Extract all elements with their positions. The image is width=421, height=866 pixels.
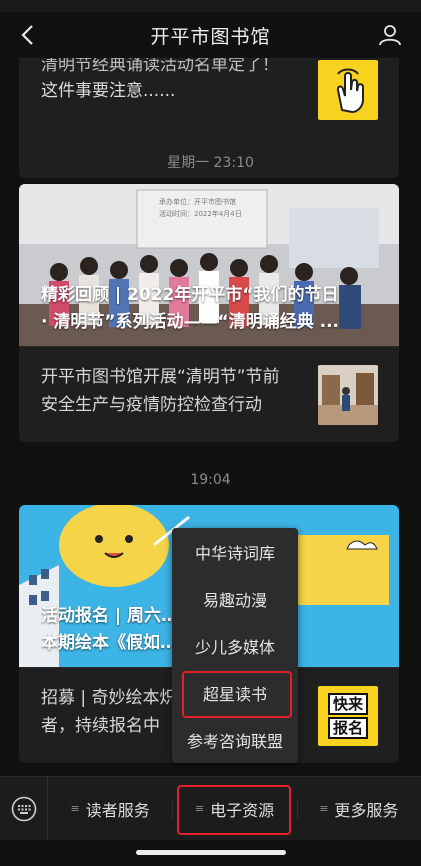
hand-tap-icon	[336, 68, 364, 114]
banner-text-1: 承办单位：开平市图书馆	[159, 197, 236, 206]
timestamp: 星期一 23:10	[167, 155, 254, 171]
person-icon	[379, 25, 401, 46]
home-indicator	[136, 850, 286, 855]
article-title: 清明节经典诵读活动名单定了！ 这件事要注意......	[41, 58, 279, 101]
sub-article-title: 开平市图书馆开展“清明节”节前 安全生产与疫情防控检查行动	[41, 367, 280, 415]
page-title: 开平市图书馆	[150, 25, 271, 48]
sub-article[interactable]: 开平市图书馆开展“清明节”节前 安全生产与疫情防控检查行动	[19, 346, 399, 442]
article-thumbnail	[318, 60, 378, 120]
banner-text-2: 活动时间：2022年4月4日	[159, 209, 242, 218]
submenu-popup: 中华诗词库 易趣动漫 少儿多媒体 超星读书 参考咨询联盟	[172, 528, 298, 763]
bottom-menu-bar: ≡ 读者服务 ≡ 电子资源 ≡ 更多服务	[0, 776, 421, 841]
tab-e-resources[interactable]: ≡ 电子资源	[172, 777, 296, 841]
back-button[interactable]	[12, 20, 42, 50]
menu-item-reference-alliance[interactable]: 参考咨询联盟	[172, 716, 298, 763]
tab-more-services[interactable]: ≡ 更多服务	[296, 777, 421, 841]
timestamp: 19:04	[190, 472, 231, 488]
signup-badge-line2: 报名	[327, 717, 368, 739]
menu-item-anime[interactable]: 易趣动漫	[172, 575, 298, 622]
tab-reader-services[interactable]: ≡ 读者服务	[48, 777, 172, 841]
article-group: 承办单位：开平市图书馆 活动时间：2022年4月4日 精彩回顾 | 2022年开…	[19, 184, 399, 442]
sub-article-thumbnail: 快来 报名	[318, 686, 378, 746]
hero-article[interactable]: 承办单位：开平市图书馆 活动时间：2022年4月4日 精彩回顾 | 2022年开…	[19, 184, 399, 346]
menu-lines-icon: ≡	[194, 802, 205, 815]
chevron-left-icon	[21, 25, 33, 45]
sub-article-thumbnail	[318, 365, 378, 425]
signup-badge-line1: 快来	[327, 693, 368, 715]
menu-item-superstar-reading[interactable]: 超星读书	[172, 669, 298, 718]
keyboard-icon	[11, 796, 36, 821]
hero-title: 精彩回顾 | 2022年开平市“我们的节日 · 清明节”系列活动——“清明诵经典…	[41, 285, 340, 332]
keyboard-toggle[interactable]	[0, 776, 48, 841]
status-strip	[0, 0, 421, 12]
profile-button[interactable]	[375, 20, 405, 50]
app-header: 开平市图书馆	[0, 12, 421, 58]
menu-lines-icon: ≡	[319, 802, 329, 815]
library-photo	[318, 365, 378, 425]
menu-item-poetry[interactable]: 中华诗词库	[172, 528, 298, 575]
menu-item-kids-multimedia[interactable]: 少儿多媒体	[172, 622, 298, 669]
menu-lines-icon: ≡	[70, 802, 80, 815]
